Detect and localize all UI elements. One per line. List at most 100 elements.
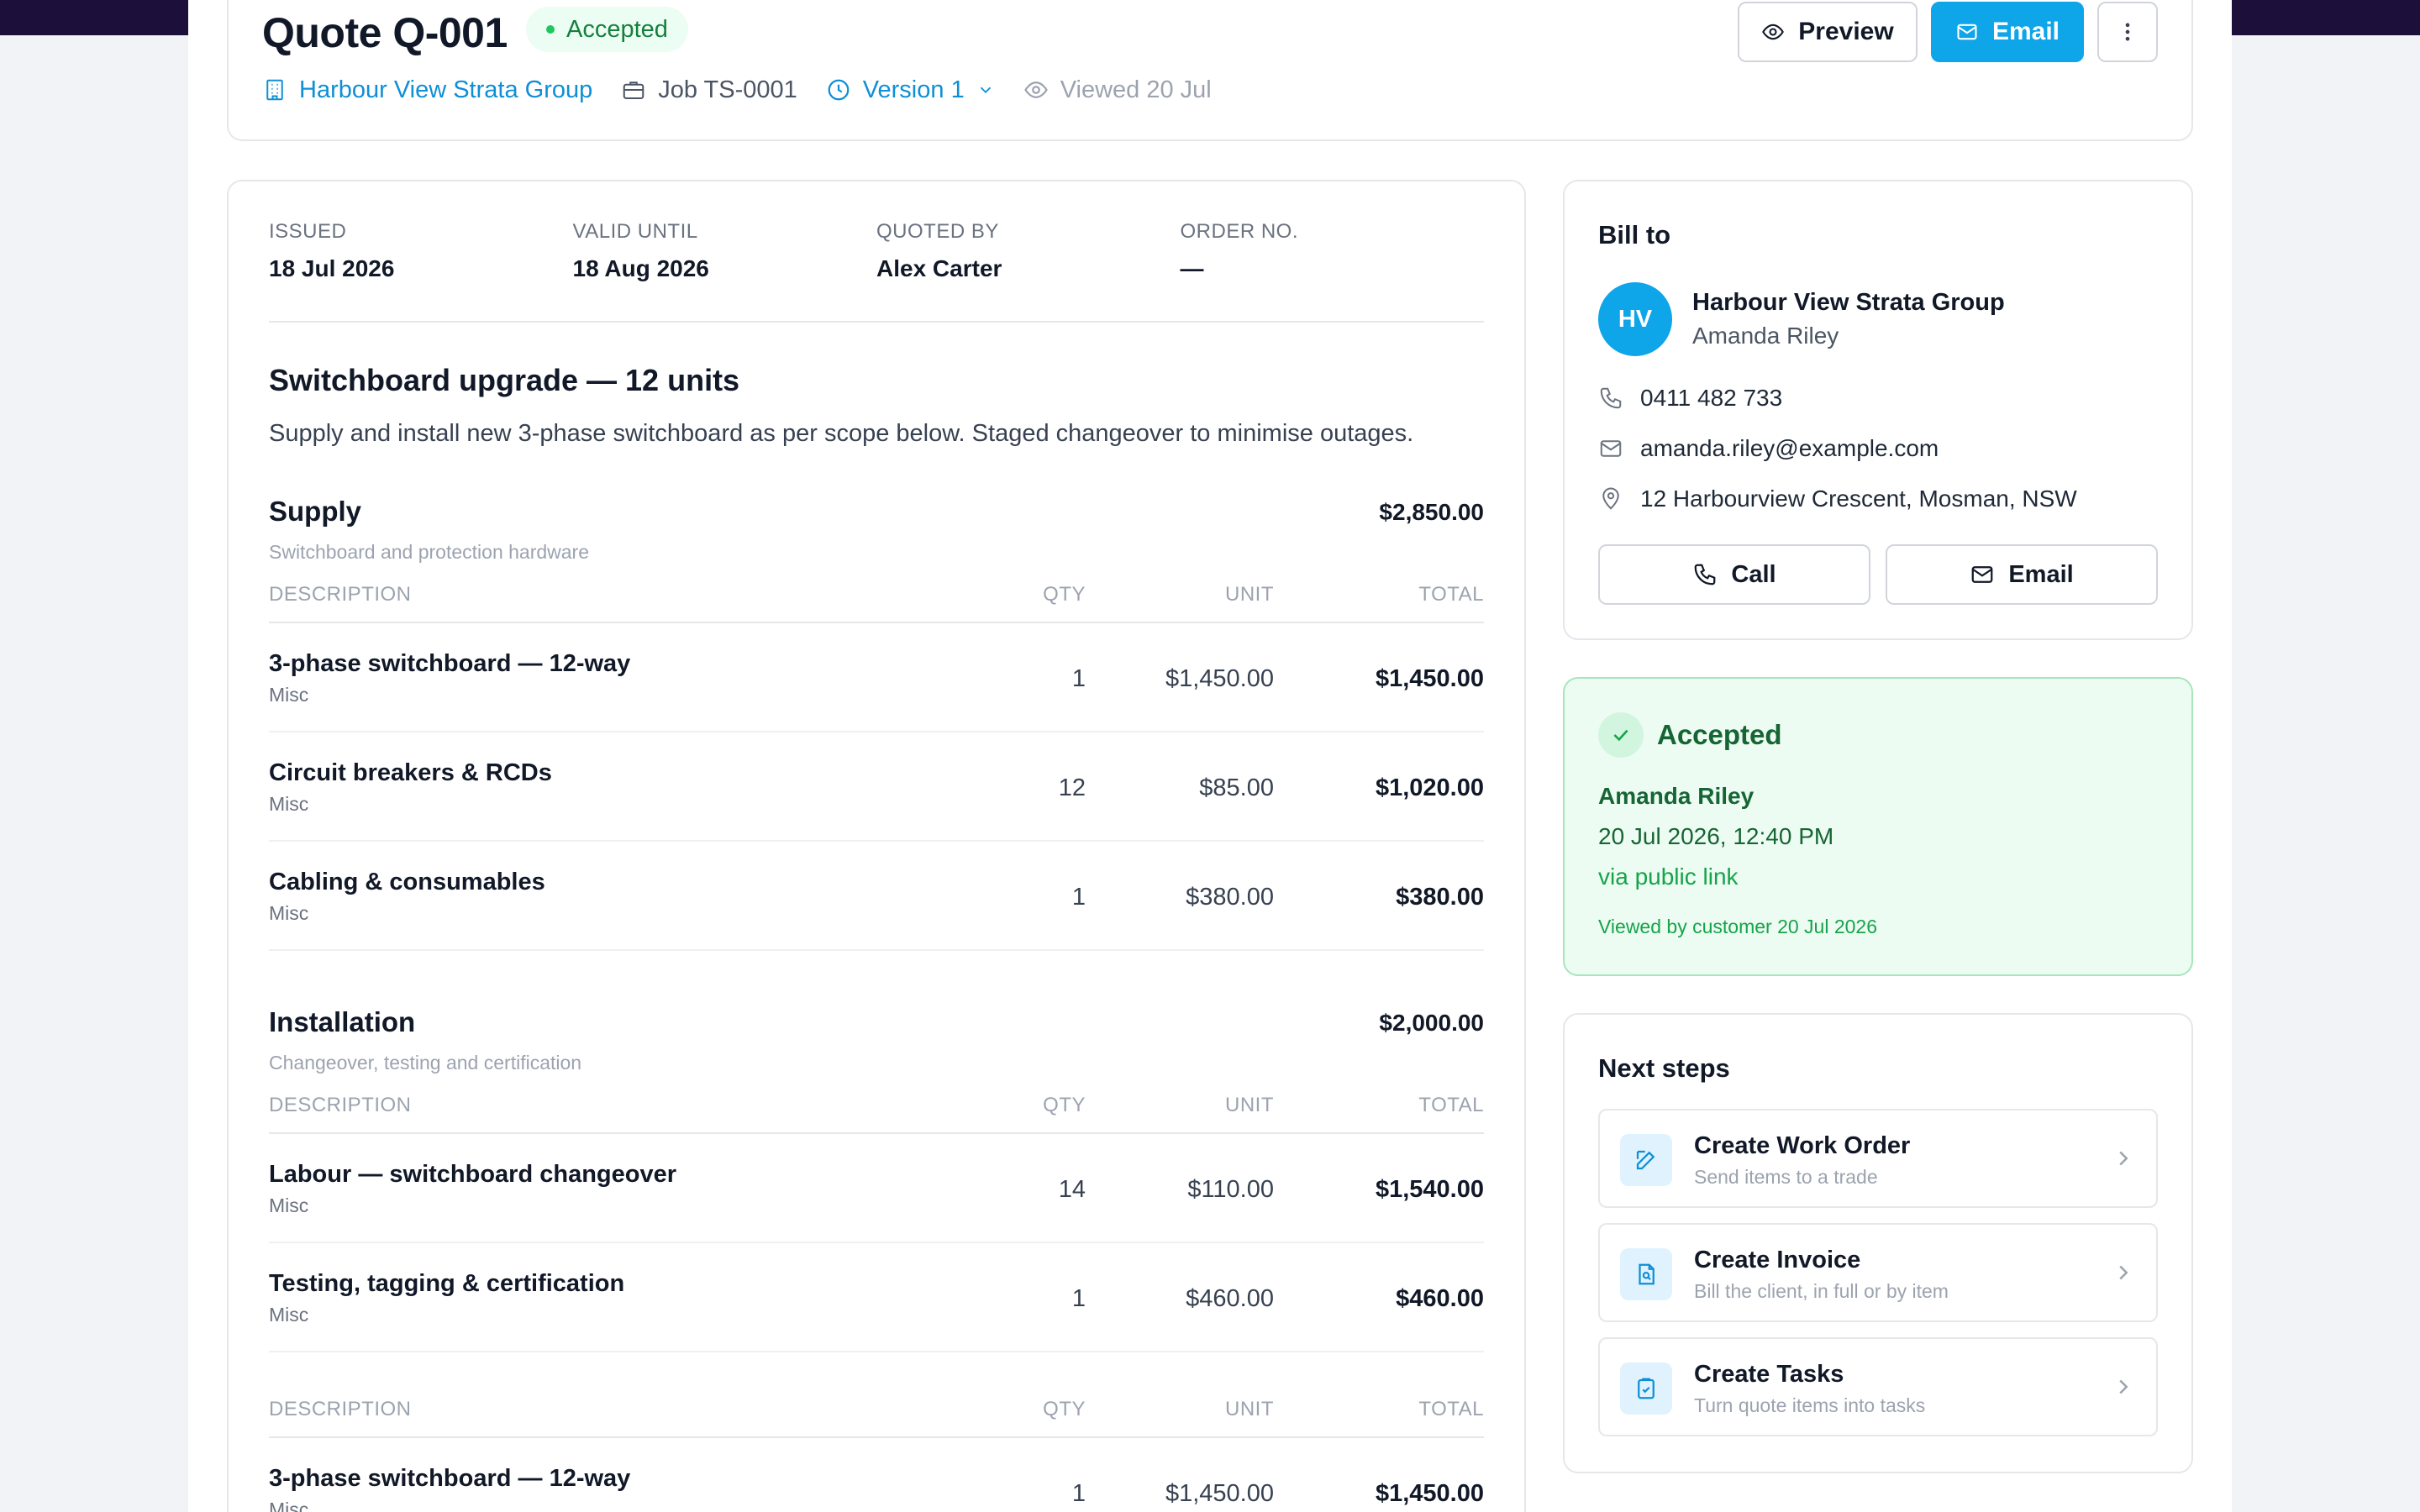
edit-icon <box>1636 1150 1655 1170</box>
item-category: Misc <box>269 1499 309 1512</box>
item-category: Misc <box>269 793 309 815</box>
table-row[interactable]: 3-phase switchboard — 12-way Misc 1 $1,4… <box>269 1438 1484 1512</box>
item-category: Misc <box>269 1304 309 1326</box>
item-total: $1,540.00 <box>1375 1176 1484 1203</box>
page-title: Quote Q-001 <box>262 9 508 56</box>
step-icon-wrap <box>1620 1362 1672 1415</box>
step-subtitle: Turn quote items into tasks <box>1694 1394 1926 1416</box>
eye-icon <box>1762 24 1785 40</box>
step-title: Create Invoice <box>1694 1247 1861 1273</box>
section-additional: DESCRIPTION QTY UNIT TOTAL 3-phase switc… <box>269 1391 1484 1512</box>
more-vertical-icon <box>2125 23 2130 41</box>
step-title: Create Work Order <box>1694 1132 1911 1159</box>
preview-button[interactable]: Preview <box>1738 2 1918 62</box>
section-installation: Installation $2,000.00 Changeover, testi… <box>269 1006 1484 1359</box>
viewed-label: Viewed 20 Jul <box>1060 76 1212 103</box>
item-unit: $1,450.00 <box>1165 1480 1274 1507</box>
step-subtitle: Send items to a trade <box>1694 1166 1878 1188</box>
quote-info-grid: ISSUED 18 Jul 2026 VALID UNTIL 18 Aug 20… <box>269 220 1484 282</box>
create-work-order-button[interactable]: Create Work Order Send items to a trade <box>1598 1109 2158 1208</box>
header-description: DESCRIPTION <box>269 1398 412 1420</box>
step-icon-wrap <box>1620 1134 1672 1186</box>
header-total: TOTAL <box>1418 583 1484 606</box>
section-total: $2,850.00 <box>1379 499 1484 525</box>
job-link[interactable]: Job TS-0001 <box>621 76 797 104</box>
avatar: HV <box>1598 282 1672 356</box>
info-quoted-by: QUOTED BY Alex Carter <box>876 220 1181 282</box>
item-qty: 1 <box>1071 665 1086 692</box>
item-unit: $1,450.00 <box>1165 665 1274 692</box>
chevron-right-icon <box>2119 1151 2128 1166</box>
step-icon-wrap <box>1620 1248 1672 1300</box>
viewed-indicator: Viewed 20 Jul <box>1023 76 1212 104</box>
table-row[interactable]: 3-phase switchboard — 12-way Misc 1 $1,4… <box>269 623 1484 732</box>
phone-icon <box>1695 564 1716 585</box>
header-unit: UNIT <box>1225 1398 1274 1420</box>
mail-icon <box>1971 566 1993 583</box>
header-total: TOTAL <box>1418 1094 1484 1116</box>
table-row[interactable]: Testing, tagging & certification Misc 1 … <box>269 1243 1484 1352</box>
email-client-button[interactable]: Email <box>1886 544 2158 605</box>
create-tasks-button[interactable]: Create Tasks Turn quote items into tasks <box>1598 1337 2158 1436</box>
quote-meta-row: Harbour View Strata Group Job TS-0001 Ve… <box>262 69 1240 111</box>
email-client-button-label: Email <box>2008 560 2074 588</box>
item-total: $1,020.00 <box>1375 774 1484 801</box>
item-unit: $460.00 <box>1186 1285 1274 1312</box>
info-order-no: ORDER NO. — <box>1181 220 1485 282</box>
next-steps-heading: Next steps <box>1598 1053 1730 1083</box>
header-description: DESCRIPTION <box>269 583 412 606</box>
status-badge: Accepted <box>526 7 688 52</box>
info-value: — <box>1180 255 1204 281</box>
email-button-label: Email <box>1991 18 2060 45</box>
client-contact-name: Amanda Riley <box>1692 323 1839 349</box>
table-header: DESCRIPTION QTY UNIT TOTAL <box>269 1087 1484 1134</box>
item-name: 3-phase switchboard — 12-way <box>269 650 631 677</box>
more-options-button[interactable] <box>2097 2 2158 62</box>
item-total: $1,450.00 <box>1375 1480 1484 1507</box>
header-qty: QTY <box>1043 1094 1086 1116</box>
item-unit: $380.00 <box>1186 884 1274 911</box>
client-phone-label: 0411 482 733 <box>1640 385 1783 411</box>
table-header: DESCRIPTION QTY UNIT TOTAL <box>269 576 1484 623</box>
mail-icon <box>1957 24 1977 40</box>
client-email[interactable]: amanda.riley@example.com <box>1598 435 1939 462</box>
create-invoice-button[interactable]: Create Invoice Bill the client, in full … <box>1598 1223 2158 1322</box>
header-description: DESCRIPTION <box>269 1094 412 1116</box>
section-supply: Supply $2,850.00 Switchboard and protect… <box>269 496 1484 951</box>
header-unit: UNIT <box>1225 583 1274 606</box>
item-qty: 1 <box>1071 1480 1086 1507</box>
client-phone[interactable]: 0411 482 733 <box>1598 385 1782 412</box>
table-row[interactable]: Labour — switchboard changeover Misc 14 … <box>269 1134 1484 1243</box>
client-link-label: Harbour View Strata Group <box>299 76 593 103</box>
item-qty: 1 <box>1071 1285 1086 1312</box>
info-label: VALID UNTIL <box>572 220 698 243</box>
client-address-label: 12 Harbourview Crescent, Mosman, NSW <box>1640 486 2077 512</box>
item-name: Labour — switchboard changeover <box>269 1161 677 1188</box>
status-badge-label: Accepted <box>566 15 668 43</box>
info-valid-until: VALID UNTIL 18 Aug 2026 <box>573 220 877 282</box>
table-row[interactable]: Circuit breakers & RCDs Misc 12 $85.00 $… <box>269 732 1484 842</box>
header-qty: QTY <box>1043 1398 1086 1420</box>
section-subtitle: Changeover, testing and certification <box>269 1052 582 1074</box>
clipboard-icon <box>1638 1378 1655 1399</box>
header-unit: UNIT <box>1225 1094 1274 1116</box>
item-qty: 14 <box>1058 1176 1086 1203</box>
item-name: 3-phase switchboard — 12-way <box>269 1465 631 1492</box>
section-subtitle: Switchboard and protection hardware <box>269 541 590 563</box>
item-category: Misc <box>269 684 309 706</box>
header-qty: QTY <box>1043 583 1086 606</box>
item-category: Misc <box>269 902 309 924</box>
item-total: $460.00 <box>1396 1285 1484 1312</box>
table-row[interactable]: Cabling & consumables Misc 1 $380.00 $38… <box>269 842 1484 951</box>
info-value: Alex Carter <box>876 255 1002 281</box>
step-title: Create Tasks <box>1694 1361 1844 1388</box>
info-value: 18 Aug 2026 <box>572 255 709 281</box>
job-label: Job TS-0001 <box>658 76 797 103</box>
accepted-datetime: 20 Jul 2026, 12:40 PM <box>1598 823 1834 849</box>
version-dropdown[interactable]: Version 1 <box>826 76 995 104</box>
email-button[interactable]: Email <box>1931 2 2084 62</box>
briefcase-icon <box>623 81 644 99</box>
client-link[interactable]: Harbour View Strata Group <box>262 76 592 104</box>
call-button[interactable]: Call <box>1598 544 1870 605</box>
item-category: Misc <box>269 1194 309 1216</box>
